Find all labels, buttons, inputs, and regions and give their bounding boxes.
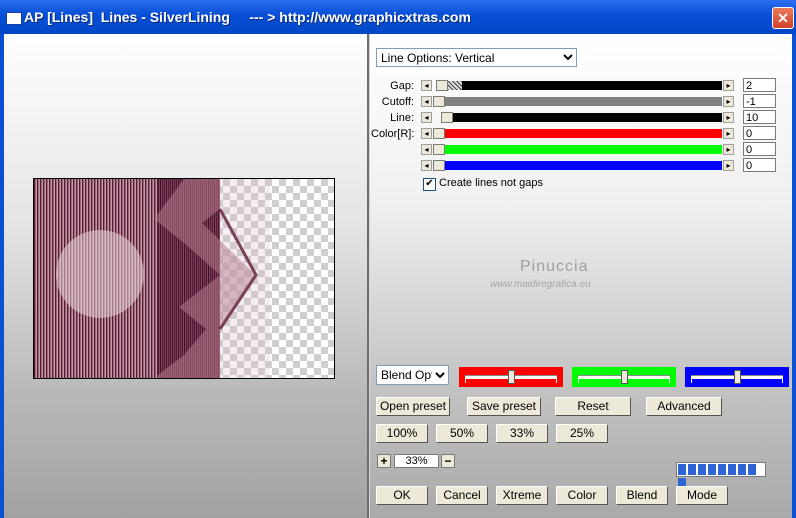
progress-segment xyxy=(678,464,686,475)
color-r-slider[interactable]: ◂ ▸ xyxy=(421,128,734,139)
green-blend-slider[interactable] xyxy=(572,367,676,387)
color-b-slider-right-arrow[interactable]: ▸ xyxy=(723,160,734,171)
ok-button[interactable]: OK xyxy=(376,486,428,505)
color-r-slider-right-arrow[interactable]: ▸ xyxy=(723,128,734,139)
window-icon xyxy=(6,12,22,25)
window-frame-right xyxy=(792,34,796,518)
preview-graphic xyxy=(34,179,270,378)
save-preset-button[interactable]: Save preset xyxy=(467,397,541,416)
progress-segment xyxy=(718,464,726,475)
progress-segment xyxy=(698,464,706,475)
zoom-33-button[interactable]: 33% xyxy=(496,424,548,443)
line-slider[interactable]: ◂ ▸ xyxy=(421,112,734,123)
close-button[interactable]: ✕ xyxy=(772,7,794,29)
gap-slider-hatch xyxy=(448,81,462,90)
window-title: AP [Lines] Lines - SilverLining --- > ht… xyxy=(24,9,471,25)
progress-segment xyxy=(728,464,736,475)
watermark-site: www.maidiregrafica.eu xyxy=(490,279,591,290)
zoom-25-button[interactable]: 25% xyxy=(556,424,608,443)
cutoff-value[interactable]: -1 xyxy=(743,94,776,108)
cutoff-slider[interactable]: ◂ ▸ xyxy=(421,96,734,107)
mode-button[interactable]: Mode xyxy=(676,486,728,505)
line-slider-right-arrow[interactable]: ▸ xyxy=(723,112,734,123)
zoom-50-button[interactable]: 50% xyxy=(436,424,488,443)
green-blend-slider-knob[interactable] xyxy=(621,370,628,384)
gap-slider-thumb[interactable] xyxy=(436,80,448,91)
zoom-100-button[interactable]: 100% xyxy=(376,424,428,443)
xtreme-button[interactable]: Xtreme xyxy=(496,486,548,505)
progress-segment xyxy=(738,464,746,475)
blue-blend-slider[interactable] xyxy=(685,367,789,387)
green-blend-tick xyxy=(669,379,670,383)
color-b-value[interactable]: 0 xyxy=(743,158,776,172)
preview-image[interactable] xyxy=(33,178,335,379)
gap-value[interactable]: 2 xyxy=(743,78,776,92)
slider-label-cutoff: Cutoff: xyxy=(381,96,414,108)
gap-slider-left-arrow[interactable]: ◂ xyxy=(421,80,432,91)
red-blend-slider-knob[interactable] xyxy=(508,370,515,384)
advanced-button[interactable]: Advanced xyxy=(646,397,722,416)
open-preset-button[interactable]: Open preset xyxy=(376,397,450,416)
watermark-name: Pinuccia xyxy=(520,258,589,275)
color-r-value[interactable]: 0 xyxy=(743,126,776,140)
color-r-slider-track[interactable] xyxy=(445,129,722,138)
color-b-slider[interactable]: ◂ ▸ xyxy=(421,160,734,171)
cancel-button[interactable]: Cancel xyxy=(436,486,488,505)
gap-slider-right-arrow[interactable]: ▸ xyxy=(723,80,734,91)
line-slider-thumb[interactable] xyxy=(441,112,453,123)
progress-segment xyxy=(748,464,756,475)
color-g-slider-left-arrow[interactable]: ◂ xyxy=(421,144,432,155)
zoom-out-button[interactable]: − xyxy=(441,454,455,468)
line-value[interactable]: 10 xyxy=(743,110,776,124)
cutoff-slider-track[interactable] xyxy=(445,97,722,106)
gap-slider-track[interactable] xyxy=(462,81,722,90)
blend-options-dropdown[interactable]: Blend Options xyxy=(376,365,449,385)
line-slider-left-arrow[interactable]: ◂ xyxy=(421,112,432,123)
color-r-slider-thumb[interactable] xyxy=(433,128,445,139)
cutoff-slider-thumb[interactable] xyxy=(433,96,445,107)
color-g-slider-right-arrow[interactable]: ▸ xyxy=(723,144,734,155)
slider-label-gap: Gap: xyxy=(390,80,414,92)
zoom-in-button[interactable]: + xyxy=(377,454,391,468)
preview-fade xyxy=(220,179,270,378)
line-slider-track[interactable] xyxy=(453,113,722,122)
red-blend-tick xyxy=(465,379,466,383)
blue-blend-tick xyxy=(691,379,692,383)
zoom-value[interactable]: 33% xyxy=(394,454,439,468)
reset-button[interactable]: Reset xyxy=(555,397,631,416)
slider-label-line: Line: xyxy=(390,112,414,124)
green-blend-tick xyxy=(578,379,579,383)
color-g-value[interactable]: 0 xyxy=(743,142,776,156)
color-b-slider-thumb[interactable] xyxy=(433,160,445,171)
color-button[interactable]: Color xyxy=(556,486,608,505)
color-r-slider-left-arrow[interactable]: ◂ xyxy=(421,128,432,139)
red-blend-tick xyxy=(556,379,557,383)
blend-button[interactable]: Blend xyxy=(616,486,668,505)
cutoff-slider-right-arrow[interactable]: ▸ xyxy=(723,96,734,107)
slider-label-color-r: Color[R]: xyxy=(371,128,415,140)
create-lines-checkbox[interactable]: ✔ xyxy=(423,178,436,191)
blue-blend-slider-knob[interactable] xyxy=(734,370,741,384)
progress-bar xyxy=(676,462,766,489)
gap-slider[interactable]: ◂ ▸ xyxy=(421,80,734,91)
title-bar[interactable]: AP [Lines] Lines - SilverLining --- > ht… xyxy=(0,0,796,34)
line-options-dropdown[interactable]: Line Options: Vertical xyxy=(376,48,577,67)
blue-blend-tick xyxy=(782,379,783,383)
color-g-slider-track[interactable] xyxy=(445,145,722,154)
preview-circle xyxy=(56,230,144,318)
create-lines-label: Create lines not gaps xyxy=(439,177,543,189)
cutoff-slider-left-arrow[interactable]: ◂ xyxy=(421,96,432,107)
progress-segment xyxy=(688,464,696,475)
progress-segment xyxy=(708,464,716,475)
color-b-slider-track[interactable] xyxy=(445,161,722,170)
color-g-slider-thumb[interactable] xyxy=(433,144,445,155)
color-g-slider[interactable]: ◂ ▸ xyxy=(421,144,734,155)
red-blend-slider[interactable] xyxy=(459,367,563,387)
color-b-slider-left-arrow[interactable]: ◂ xyxy=(421,160,432,171)
